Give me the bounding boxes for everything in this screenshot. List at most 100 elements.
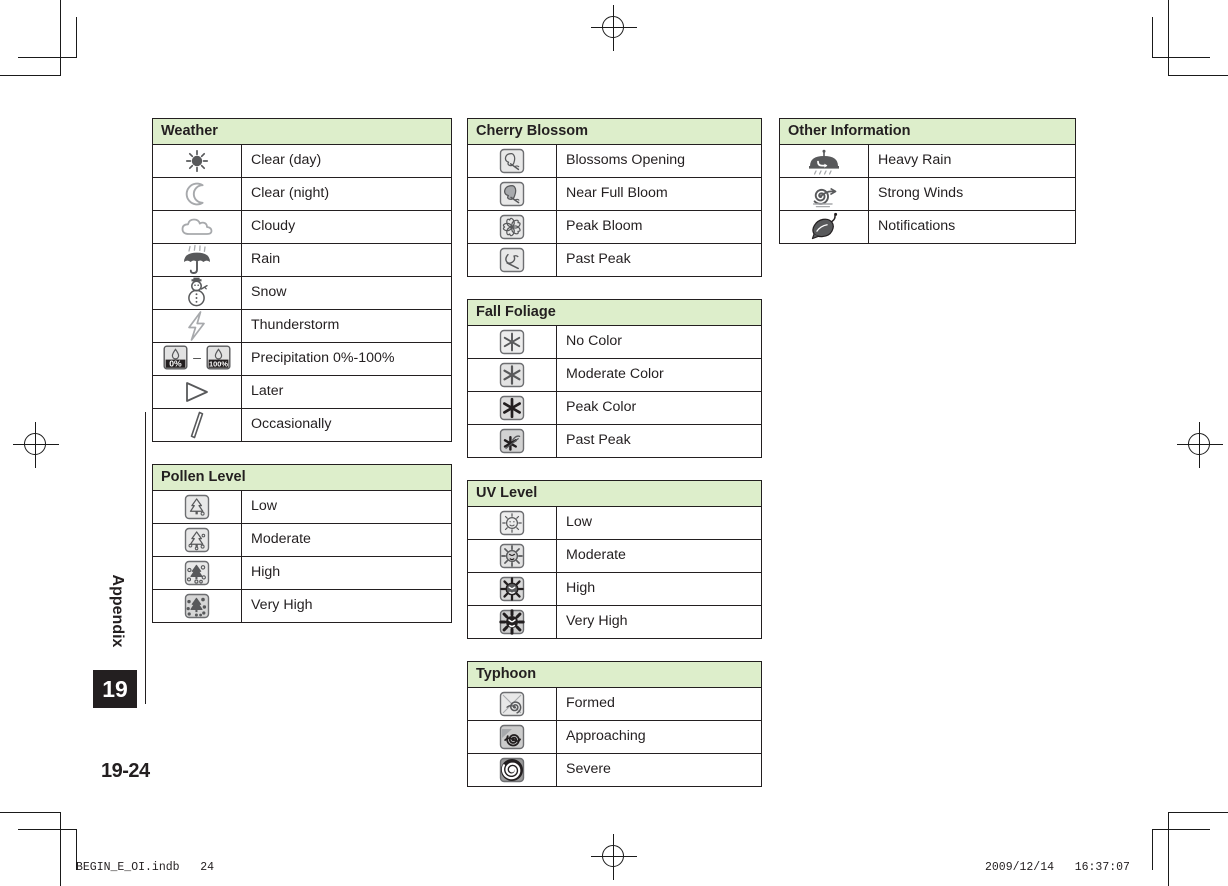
indicator-icon-cell	[467, 177, 557, 211]
table-row: Heavy Rain	[779, 144, 1076, 178]
indicator-label-cell: Blossoms Opening	[556, 144, 762, 178]
indicator-icon-cell	[152, 523, 242, 557]
table-row: Clear (day)	[152, 144, 452, 178]
table-row: Moderate	[467, 539, 762, 573]
table-uv-level: UV Level Low Moderate High Very High	[467, 480, 762, 639]
indicator-icon-cell	[152, 144, 242, 178]
indicator-icon-cell	[467, 358, 557, 392]
registration-mark-right	[1177, 422, 1223, 468]
indicator-icon-cell	[152, 309, 242, 343]
table-header-row: Fall Foliage	[467, 299, 762, 326]
table-row: Past Peak	[467, 424, 762, 458]
precipitation-min-icon: 0%	[163, 345, 188, 370]
indicator-icon-cell	[467, 572, 557, 606]
indicator-label-cell: Later	[241, 375, 452, 409]
table-row: Low	[467, 506, 762, 540]
indicator-label-cell: Moderate Color	[556, 358, 762, 392]
foliage-past-peak-icon	[499, 428, 525, 454]
crop-mark	[76, 17, 77, 58]
table-row: Strong Winds	[779, 177, 1076, 211]
blossom-past-peak-icon	[499, 247, 525, 273]
indicator-icon-cell	[467, 720, 557, 754]
uv-low-icon	[499, 510, 525, 536]
table-row: Moderate Color	[467, 358, 762, 392]
indicator-icon-cell	[467, 687, 557, 721]
uv-very-high-icon	[499, 609, 525, 635]
crop-mark	[1152, 57, 1210, 58]
table-row: Moderate	[152, 523, 452, 557]
indicator-icon-cell	[467, 210, 557, 244]
sun-day-icon	[182, 146, 212, 176]
blossom-near-full-icon	[499, 181, 525, 207]
indicator-label-cell: Very High	[241, 589, 452, 623]
indicator-icon-cell	[467, 424, 557, 458]
table-row: High	[467, 572, 762, 606]
indicator-icon-cell	[152, 375, 242, 409]
table-weather: Weather Clear (day) Clear (night) Cloudy Rai…	[152, 118, 452, 442]
table-header-fall-foliage: Fall Foliage	[467, 299, 762, 326]
table-typhoon: Typhoon Formed Approaching Severe	[467, 661, 762, 787]
indicator-label-cell: Approaching	[556, 720, 762, 754]
indicator-label-cell: Occasionally	[241, 408, 452, 442]
indicator-label-cell: Notifications	[868, 210, 1076, 244]
table-row: Peak Bloom	[467, 210, 762, 244]
table-header-cherry-blossom: Cherry Blossom	[467, 118, 762, 145]
indicator-icon-cell	[152, 408, 242, 442]
uv-high-icon	[499, 576, 525, 602]
typhoon-severe-icon	[499, 757, 525, 783]
indicator-label-cell: Past Peak	[556, 243, 762, 277]
crop-mark	[1152, 829, 1210, 830]
indicator-label-cell: High	[556, 572, 762, 606]
column-left: Weather Clear (day) Clear (night) Cloudy Rai…	[152, 118, 452, 645]
table-row: Thunderstorm	[152, 309, 452, 343]
indicator-label-cell: Strong Winds	[868, 177, 1076, 211]
page-number: 19-24	[101, 760, 150, 782]
table-row: Severe	[467, 753, 762, 787]
indicator-label-cell: Low	[556, 506, 762, 540]
indicator-label-cell: Precipitation 0%-100%	[241, 342, 452, 376]
slash-occasionally-icon	[186, 410, 208, 440]
table-row: Very High	[152, 589, 452, 623]
indicator-icon-cell	[152, 556, 242, 590]
crop-mark	[60, 812, 61, 886]
indicator-label-cell: Moderate	[556, 539, 762, 573]
table-header-row: Weather	[152, 118, 452, 145]
pollen-very-high-icon	[184, 593, 210, 619]
crop-mark	[1168, 0, 1169, 76]
indicator-label-cell: Past Peak	[556, 424, 762, 458]
table-row: Rain	[152, 243, 452, 277]
table-row: Low	[152, 490, 452, 524]
crop-mark	[60, 0, 61, 76]
crop-mark	[1168, 812, 1169, 886]
table-header-other-information: Other Information	[779, 118, 1076, 145]
indicator-label-cell: Near Full Bloom	[556, 177, 762, 211]
foliage-no-color-icon	[499, 329, 525, 355]
pollen-moderate-icon	[184, 527, 210, 553]
indicator-label-cell: Clear (night)	[241, 177, 452, 211]
typhoon-formed-icon	[499, 691, 525, 717]
column-middle: Cherry Blossom Blossoms Opening Near Full …	[467, 118, 762, 809]
moon-night-icon	[182, 179, 212, 209]
pollen-low-icon	[184, 494, 210, 520]
side-tab-number: 19	[93, 670, 137, 708]
table-header-row: Cherry Blossom	[467, 118, 762, 145]
table-row: Peak Color	[467, 391, 762, 425]
foliage-moderate-color-icon	[499, 362, 525, 388]
table-row: Near Full Bloom	[467, 177, 762, 211]
indicator-label-cell: Thunderstorm	[241, 309, 452, 343]
indicator-icon-cell	[779, 144, 869, 178]
crop-mark	[18, 829, 76, 830]
indicator-icon-cell	[467, 243, 557, 277]
indicator-icon-cell	[467, 753, 557, 787]
indicator-icon-cell	[779, 210, 869, 244]
svg-text:100%: 100%	[209, 359, 228, 368]
indicator-label-cell: Snow	[241, 276, 452, 310]
lightning-bolt-icon	[184, 310, 210, 342]
indicator-icon-cell	[779, 177, 869, 211]
table-row: High	[152, 556, 452, 590]
registration-mark-left	[13, 422, 59, 468]
indicator-icon-cell	[467, 605, 557, 639]
blossom-peak-icon	[499, 214, 525, 240]
indicator-icon-cell	[467, 391, 557, 425]
indicator-icon-cell	[467, 144, 557, 178]
